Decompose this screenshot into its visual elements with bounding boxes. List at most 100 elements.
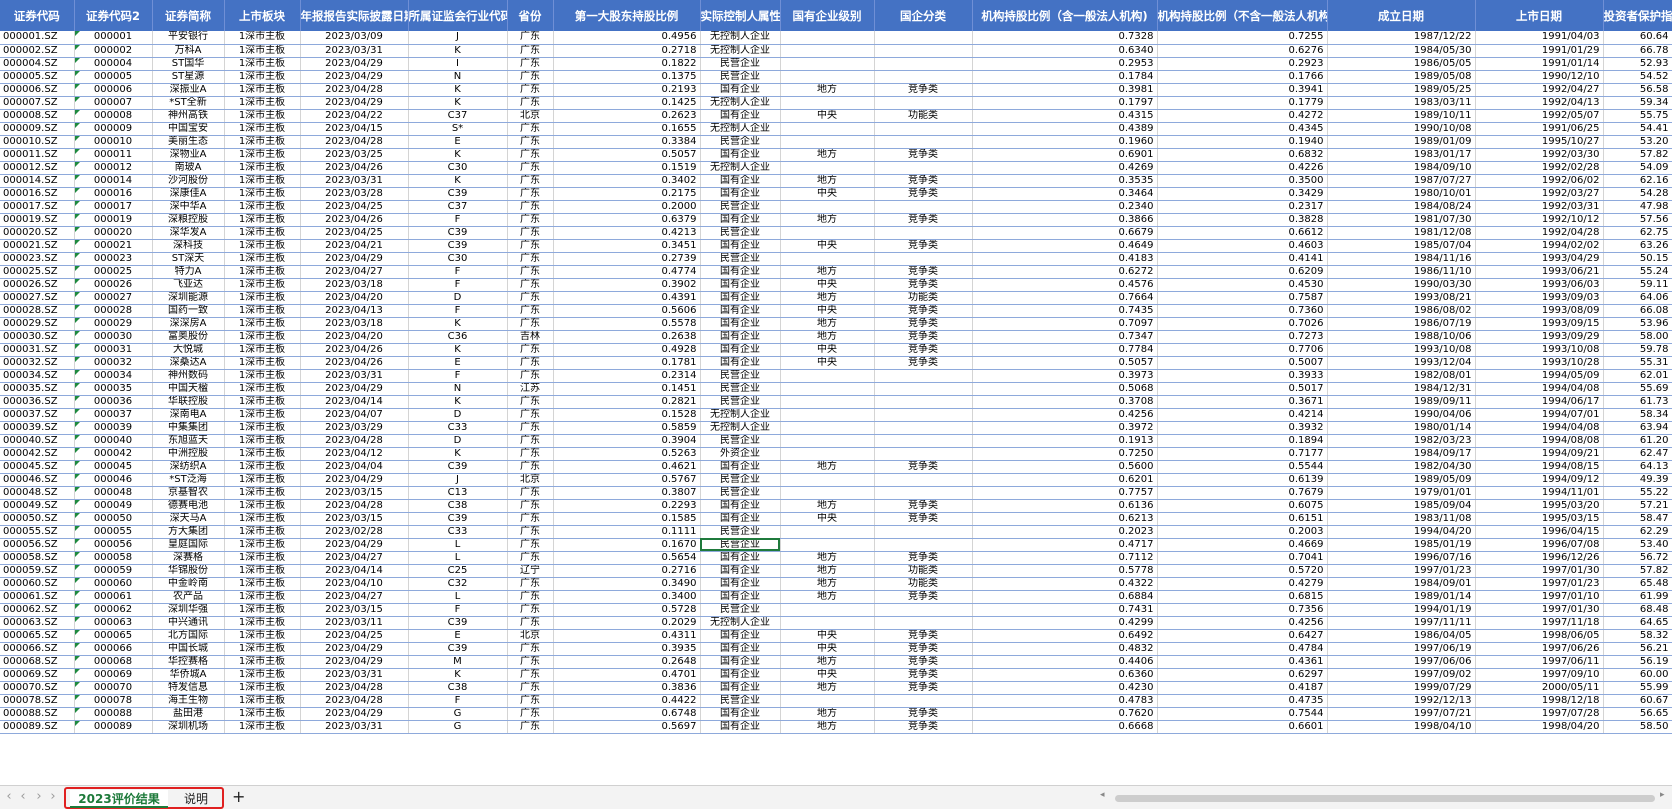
table-cell[interactable]: 000056 bbox=[74, 538, 153, 552]
table-cell[interactable]: 1深市主板 bbox=[224, 343, 301, 357]
table-cell[interactable]: 64.65 bbox=[1603, 616, 1672, 630]
table-cell[interactable]: 000039.SZ bbox=[0, 421, 75, 435]
table-cell[interactable]: 0.2340 bbox=[972, 200, 1158, 214]
table-cell[interactable]: 1990/03/30 bbox=[1327, 278, 1476, 292]
table-cell[interactable]: 1998/06/05 bbox=[1475, 629, 1604, 643]
table-cell[interactable]: 1992/04/27 bbox=[1475, 83, 1604, 97]
table-cell[interactable]: 2023/03/18 bbox=[300, 278, 409, 292]
table-cell[interactable]: 000011 bbox=[74, 148, 153, 162]
table-cell[interactable]: 0.1655 bbox=[553, 122, 701, 136]
table-cell[interactable]: G bbox=[408, 720, 508, 734]
table-cell[interactable]: 000020.SZ bbox=[0, 226, 75, 240]
table-cell[interactable]: 2000/05/11 bbox=[1475, 681, 1604, 695]
table-cell[interactable]: 1991/01/14 bbox=[1475, 57, 1604, 71]
table-cell[interactable]: 1989/05/08 bbox=[1327, 70, 1476, 84]
table-cell[interactable]: 广东 bbox=[507, 551, 554, 565]
table-cell[interactable]: 广东 bbox=[507, 642, 554, 656]
table-cell[interactable]: 0.1519 bbox=[553, 161, 701, 175]
column-header[interactable]: 投资者保护指数 bbox=[1603, 0, 1672, 31]
table-cell[interactable]: 1深市主板 bbox=[224, 122, 301, 136]
table-cell[interactable]: 54.28 bbox=[1603, 187, 1672, 201]
table-cell[interactable]: 0.2000 bbox=[553, 200, 701, 214]
table-cell[interactable]: 竞争类 bbox=[874, 239, 973, 253]
table-cell[interactable]: 1992/03/31 bbox=[1475, 200, 1604, 214]
table-cell[interactable]: 中金岭南 bbox=[152, 577, 225, 591]
table-cell[interactable]: 1989/05/09 bbox=[1327, 473, 1476, 487]
table-cell[interactable]: 0.5057 bbox=[972, 356, 1158, 370]
table-cell[interactable]: 000012.SZ bbox=[0, 161, 75, 175]
table-cell[interactable]: 1995/03/20 bbox=[1475, 499, 1604, 513]
table-cell[interactable]: 广东 bbox=[507, 668, 554, 682]
table-cell[interactable]: 1992/02/28 bbox=[1475, 161, 1604, 175]
table-cell[interactable]: 0.4422 bbox=[553, 694, 701, 708]
table-cell[interactable]: 华侨城A bbox=[152, 668, 225, 682]
table-cell[interactable]: 1991/06/25 bbox=[1475, 122, 1604, 136]
table-cell[interactable]: 0.4603 bbox=[1157, 239, 1328, 253]
table-cell[interactable]: 000055.SZ bbox=[0, 525, 75, 539]
table-cell[interactable]: 2023/04/28 bbox=[300, 83, 409, 97]
table-cell[interactable]: 2023/04/26 bbox=[300, 356, 409, 370]
table-cell[interactable]: 1987/07/27 bbox=[1327, 174, 1476, 188]
table-cell[interactable]: 0.3402 bbox=[553, 174, 701, 188]
table-cell[interactable]: 0.3828 bbox=[1157, 213, 1328, 227]
table-cell[interactable]: 深振业A bbox=[152, 83, 225, 97]
table-cell[interactable]: G bbox=[408, 707, 508, 721]
table-cell[interactable]: 53.96 bbox=[1603, 317, 1672, 331]
table-cell[interactable]: 民营企业 bbox=[700, 226, 781, 240]
table-cell[interactable]: J bbox=[408, 473, 508, 487]
table-cell[interactable]: 1深市主板 bbox=[224, 213, 301, 227]
table-cell[interactable] bbox=[780, 694, 875, 708]
table-cell[interactable]: 000025.SZ bbox=[0, 265, 75, 279]
table-cell[interactable]: 广东 bbox=[507, 304, 554, 318]
table-cell[interactable]: 广东 bbox=[507, 252, 554, 266]
table-cell[interactable]: 国有企业 bbox=[700, 330, 781, 344]
table-cell[interactable]: J bbox=[408, 31, 508, 45]
table-cell[interactable]: 55.99 bbox=[1603, 681, 1672, 695]
table-cell[interactable]: 辽宁 bbox=[507, 564, 554, 578]
table-cell[interactable]: 2023/04/20 bbox=[300, 291, 409, 305]
table-cell[interactable]: K bbox=[408, 83, 508, 97]
table-cell[interactable]: 000059.SZ bbox=[0, 564, 75, 578]
table-cell[interactable]: 000027 bbox=[74, 291, 153, 305]
table-cell[interactable]: E bbox=[408, 629, 508, 643]
table-cell[interactable]: 广东 bbox=[507, 421, 554, 435]
table-cell[interactable]: 2023/04/28 bbox=[300, 694, 409, 708]
table-cell[interactable]: 62.16 bbox=[1603, 174, 1672, 188]
table-cell[interactable]: 1990/10/08 bbox=[1327, 122, 1476, 136]
table-cell[interactable]: 0.4183 bbox=[972, 252, 1158, 266]
table-cell[interactable]: 56.58 bbox=[1603, 83, 1672, 97]
table-cell[interactable]: 0.4213 bbox=[553, 226, 701, 240]
table-cell[interactable]: 0.5263 bbox=[553, 447, 701, 461]
table-cell[interactable]: 1992/05/07 bbox=[1475, 109, 1604, 123]
table-cell[interactable]: 南玻A bbox=[152, 161, 225, 175]
table-cell[interactable]: 广东 bbox=[507, 603, 554, 617]
table-cell[interactable]: 000045.SZ bbox=[0, 460, 75, 474]
table-cell[interactable]: 0.5859 bbox=[553, 421, 701, 435]
table-cell[interactable]: *ST泛海 bbox=[152, 473, 225, 487]
table-cell[interactable]: 1986/11/10 bbox=[1327, 265, 1476, 279]
table-cell[interactable]: 1深市主板 bbox=[224, 356, 301, 370]
column-header[interactable]: 上市日期 bbox=[1475, 0, 1604, 31]
table-cell[interactable]: 1深市主板 bbox=[224, 694, 301, 708]
table-cell[interactable]: 47.98 bbox=[1603, 200, 1672, 214]
table-cell[interactable]: 000021.SZ bbox=[0, 239, 75, 253]
table-cell[interactable]: 1990/12/10 bbox=[1475, 70, 1604, 84]
table-cell[interactable]: ST星源 bbox=[152, 70, 225, 84]
table-cell[interactable]: 64.06 bbox=[1603, 291, 1672, 305]
table-cell[interactable]: 1深市主板 bbox=[224, 278, 301, 292]
table-cell[interactable]: 61.99 bbox=[1603, 590, 1672, 604]
table-cell[interactable]: C39 bbox=[408, 512, 508, 526]
table-cell[interactable]: 1982/03/23 bbox=[1327, 434, 1476, 448]
table-cell[interactable]: 国有企业 bbox=[700, 629, 781, 643]
table-cell[interactable]: 1987/12/22 bbox=[1327, 31, 1476, 45]
table-cell[interactable]: 0.5007 bbox=[1157, 356, 1328, 370]
table-cell[interactable] bbox=[874, 135, 973, 149]
table-cell[interactable]: 2023/04/29 bbox=[300, 70, 409, 84]
table-cell[interactable]: C33 bbox=[408, 421, 508, 435]
table-cell[interactable]: C39 bbox=[408, 239, 508, 253]
table-cell[interactable]: 广东 bbox=[507, 720, 554, 734]
column-header[interactable]: 国企分类 bbox=[874, 0, 973, 31]
table-cell[interactable]: 0.7587 bbox=[1157, 291, 1328, 305]
table-cell[interactable]: 地方 bbox=[780, 317, 875, 331]
table-cell[interactable]: 竞争类 bbox=[874, 707, 973, 721]
